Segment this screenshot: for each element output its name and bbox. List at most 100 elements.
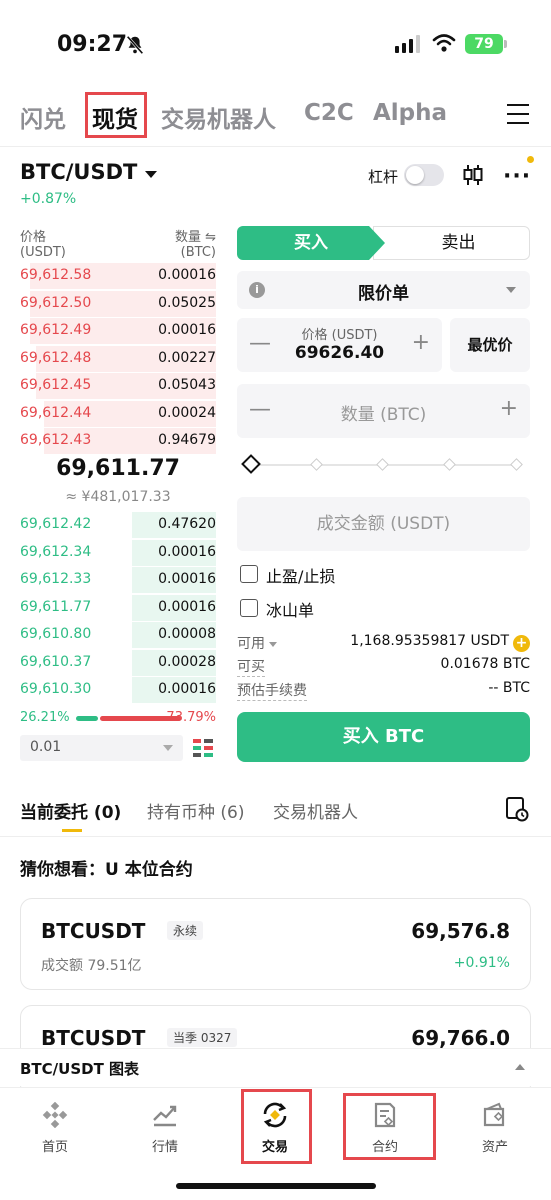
highlight-box-trade <box>241 1089 312 1164</box>
buy-ratio: 26.21% <box>20 710 70 725</box>
row-price: 69,610.80 <box>20 626 92 642</box>
slider-handle[interactable] <box>241 454 261 474</box>
candlestick-chart-icon[interactable] <box>461 163 485 187</box>
more-options-icon[interactable]: ··· <box>503 164 531 189</box>
row-price: 69,612.42 <box>20 516 92 532</box>
bid-row[interactable]: 69,612.33 0.00016 <box>20 567 216 594</box>
submit-buy-button[interactable]: 买入 BTC <box>237 712 530 762</box>
row-qty: 0.00016 <box>158 681 216 697</box>
row-price: 69,610.37 <box>20 653 92 670</box>
nav-home[interactable]: 首页 <box>20 1100 90 1155</box>
row-price: 69,612.49 <box>20 322 92 338</box>
slider-mark-25[interactable] <box>310 458 323 471</box>
slider-mark-50[interactable] <box>376 458 389 471</box>
ask-row[interactable]: 69,612.45 0.05043 <box>20 373 216 400</box>
available-label-wrap[interactable]: 可用 <box>237 633 277 653</box>
available-balance: 可用 1,168.95359817 USDT + <box>237 633 530 653</box>
pair-change: +0.87% <box>20 191 77 207</box>
tab-swap[interactable]: 闪兑 <box>20 100 66 134</box>
caret-down-icon <box>506 287 516 293</box>
price-input[interactable]: — 价格 (USDT) 69626.40 + <box>237 318 442 372</box>
tab-alpha[interactable]: Alpha <box>373 100 447 126</box>
bid-row[interactable]: 69,610.80 0.00008 <box>20 622 216 649</box>
tab-holdings[interactable]: 持有币种 (6) <box>147 798 244 823</box>
pair-name: BTC/USDT <box>20 160 138 184</box>
buy-tab[interactable]: 买入 <box>237 226 385 260</box>
row-qty: 0.00016 <box>158 267 216 283</box>
bid-row[interactable]: 69,612.34 0.00016 <box>20 539 216 567</box>
contract-tag: 永续 <box>167 921 204 940</box>
quantity-input[interactable]: — 数量 (BTC) + <box>237 384 530 438</box>
tab-bots[interactable]: 交易机器人 <box>273 798 358 823</box>
nav-label: 首页 <box>41 1140 68 1155</box>
contract-card[interactable]: BTCUSDT 永续 成交额 79.51亿 69,576.8 +0.91% <box>20 898 531 990</box>
ask-row[interactable]: 69,612.48 0.00227 <box>20 345 216 373</box>
caret-down-icon <box>269 641 277 647</box>
pair-selector[interactable]: BTC/USDT <box>20 160 158 184</box>
bid-row[interactable]: 69,612.42 0.47620 <box>20 512 216 539</box>
quantity-placeholder: 数量 (BTC) <box>340 405 427 425</box>
bid-row[interactable]: 69,611.77 0.00016 <box>20 594 216 622</box>
slider-mark-75[interactable] <box>443 458 456 471</box>
order-type-select[interactable]: i 限价单 <box>237 271 530 309</box>
leverage-toggle[interactable] <box>404 164 444 186</box>
add-funds-icon[interactable]: + <box>513 635 530 652</box>
row-qty: 0.00016 <box>158 322 216 338</box>
qty-header-wrap[interactable]: 数量 ⇋ (BTC) <box>175 226 216 260</box>
ask-row[interactable]: 69,612.49 0.00016 <box>20 318 216 345</box>
wallet-icon <box>483 1102 505 1127</box>
top-tabs: 闪兑 现货 交易机器人 C2C Alpha <box>0 90 551 142</box>
ask-row[interactable]: 69,612.43 0.94679 <box>20 428 216 455</box>
ask-row[interactable]: 69,612.44 0.00024 <box>20 400 216 428</box>
price-increment-button[interactable]: + <box>412 330 430 355</box>
tp-sl-checkbox[interactable] <box>240 565 258 583</box>
highlight-box-spot <box>85 92 147 138</box>
chart-drawer-bar[interactable]: BTC/USDT 图表 <box>0 1048 551 1086</box>
row-price: 69,612.34 <box>20 543 92 560</box>
slider-mark-100[interactable] <box>510 458 523 471</box>
markets-icon <box>153 1105 177 1127</box>
amount-slider[interactable] <box>240 454 524 475</box>
nav-markets[interactable]: 行情 <box>130 1100 200 1155</box>
order-type-label: 限价单 <box>358 284 409 304</box>
qty-increment-button[interactable]: + <box>500 396 518 421</box>
row-price: 69,612.48 <box>20 349 92 366</box>
row-price: 69,612.58 <box>20 267 92 283</box>
tab-trading-bot[interactable]: 交易机器人 <box>161 100 276 134</box>
orders-tabs: 当前委托 (0) 持有币种 (6) 交易机器人 <box>20 796 531 836</box>
tab-c2c[interactable]: C2C <box>304 100 354 126</box>
ask-row[interactable]: 69,612.58 0.00016 <box>20 263 216 290</box>
row-price: 69,612.43 <box>20 432 92 448</box>
total-amount-input[interactable]: 成交金额 (USDT) <box>237 497 530 551</box>
nav-assets[interactable]: 资产 <box>460 1100 530 1155</box>
contract-price: 69,576.8 <box>411 919 510 943</box>
ask-row[interactable]: 69,612.50 0.05025 <box>20 290 216 318</box>
orderbook-layout-icon[interactable] <box>192 737 214 759</box>
tab-open-orders[interactable]: 当前委托 (0) <box>20 798 121 823</box>
row-qty: 0.00016 <box>158 543 216 560</box>
sell-tab[interactable]: 卖出 <box>373 226 530 260</box>
contract-tag: 当季 0327 <box>167 1028 238 1047</box>
row-price: 69,612.45 <box>20 377 92 393</box>
row-qty: 0.00008 <box>158 626 216 642</box>
row-qty: 0.00024 <box>158 404 216 421</box>
fee-label[interactable]: 预估手续费 <box>237 680 307 701</box>
precision-select[interactable]: 0.01 <box>20 735 183 761</box>
orderbook-header: 价格 (USDT) 数量 ⇋ (BTC) <box>20 226 216 260</box>
row-price: 69,612.44 <box>20 404 92 421</box>
iceberg-checkbox[interactable] <box>240 599 258 617</box>
contract-price: 69,766.0 <box>411 1026 510 1050</box>
buy-sell-ratio: 26.21% 73.79% <box>20 710 216 728</box>
last-price[interactable]: 69,611.77 <box>20 456 216 481</box>
bid-row[interactable]: 69,610.30 0.00016 <box>20 677 216 704</box>
sell-ratio: 73.79% <box>166 710 216 725</box>
nav-label: 资产 <box>481 1140 508 1155</box>
order-history-icon[interactable] <box>505 796 529 822</box>
menu-icon[interactable] <box>507 104 529 124</box>
side-tabs: 卖出 买入 <box>237 226 530 260</box>
bid-row[interactable]: 69,610.37 0.00028 <box>20 649 216 677</box>
estimated-fee: 预估手续费 -- BTC <box>237 680 530 701</box>
best-price-button[interactable]: 最优价 <box>450 318 530 372</box>
row-price: 69,612.33 <box>20 571 92 587</box>
row-price: 69,610.30 <box>20 681 92 697</box>
